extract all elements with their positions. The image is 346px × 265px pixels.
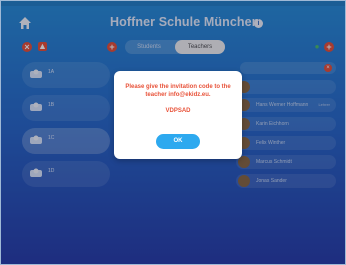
dialog-message: Please give the invitation code to the t… xyxy=(125,84,231,98)
invitation-dialog: Please give the invitation code to the t… xyxy=(114,71,242,159)
invitation-code: VDPSAD xyxy=(165,108,191,114)
app-screen: Hoffner Schule München i × ▲ + Students … xyxy=(0,0,346,265)
ok-button[interactable]: OK xyxy=(156,134,200,149)
